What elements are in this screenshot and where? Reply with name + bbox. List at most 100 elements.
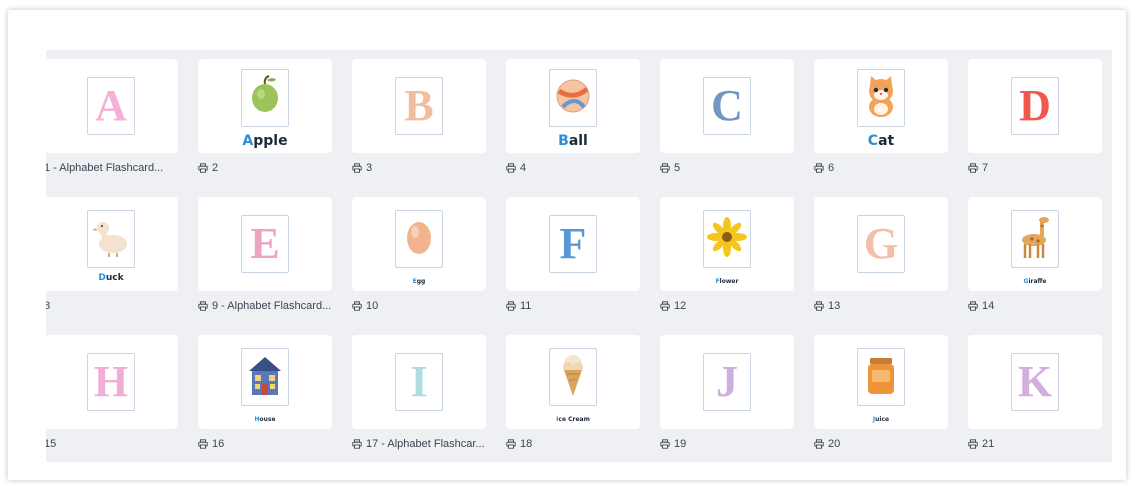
page-thumbnail[interactable]: Giraffe — [968, 197, 1102, 291]
print-icon — [968, 301, 978, 311]
duck-icon — [91, 216, 131, 263]
page-caption-text: 14 — [982, 300, 995, 312]
page-caption[interactable]: 9 - Alphabet Flashcard... — [198, 299, 332, 313]
page-tile[interactable]: I 17 - Alphabet Flashcar... — [352, 335, 486, 451]
page-caption[interactable]: 3 — [352, 161, 486, 175]
page-tile[interactable]: House 16 — [198, 335, 332, 451]
page-caption[interactable]: 20 — [814, 437, 948, 451]
page-thumbnail[interactable]: B — [352, 59, 486, 153]
flashcard-word: Flower — [660, 278, 794, 285]
page-caption-text: 4 — [520, 162, 527, 174]
page-thumbnail[interactable]: C — [660, 59, 794, 153]
flashcard-letter-frame: C — [703, 77, 751, 135]
page-tile[interactable]: A 1 - Alphabet Flashcard... — [46, 59, 178, 175]
page-caption-text: 17 - Alphabet Flashcar... — [366, 438, 485, 450]
flashcard-picture-frame — [857, 348, 905, 407]
flashcard-letter: H — [93, 357, 129, 406]
page-thumbnail[interactable]: G — [814, 197, 948, 291]
page-caption[interactable]: 15 — [46, 437, 178, 451]
page-tile[interactable]: B3 — [352, 59, 486, 175]
page-caption[interactable]: 21 — [968, 437, 1102, 451]
page-tile[interactable]: H 15 — [46, 335, 178, 451]
page-thumbnail[interactable]: D — [968, 59, 1102, 153]
flashcard-word: Ice Cream — [506, 416, 640, 423]
page-caption-text: 10 — [366, 300, 379, 312]
page-thumbnail[interactable]: House — [198, 335, 332, 429]
page-tile[interactable]: Juice 20 — [814, 335, 948, 451]
page-caption[interactable]: 4 — [506, 161, 640, 175]
page-thumbnail[interactable]: H — [46, 335, 178, 429]
page-tile[interactable]: Ice Cream 18 — [506, 335, 640, 451]
page-thumbnail[interactable]: A — [46, 59, 178, 153]
flashcard-letter-frame: I — [395, 353, 443, 411]
print-icon — [198, 301, 208, 311]
page-tile[interactable]: K 21 — [968, 335, 1102, 451]
flashcard-word-rest: at — [878, 133, 895, 149]
page-tile[interactable]: Flower 12 — [660, 197, 794, 313]
page-tile[interactable]: Egg 10 — [352, 197, 486, 313]
page-caption[interactable]: 14 — [968, 299, 1102, 313]
juice-icon-graphic — [868, 357, 894, 394]
page-thumbnail[interactable]: Egg — [352, 197, 486, 291]
flashcard-letter: E — [250, 219, 280, 268]
page-caption[interactable]: 6 — [814, 161, 948, 175]
page-tile[interactable]: D7 — [968, 59, 1102, 175]
page-thumbnail[interactable]: I — [352, 335, 486, 429]
flashcard-word-initial: B — [558, 133, 569, 149]
page-thumbnail[interactable]: Duck — [46, 197, 178, 291]
page-tile[interactable]: F 11 — [506, 197, 640, 313]
ice-cream-icon — [558, 352, 588, 403]
page-caption[interactable]: 1 - Alphabet Flashcard... — [46, 161, 178, 175]
flashcard-letter-frame: G — [857, 215, 905, 273]
ball-icon — [554, 77, 592, 120]
page-thumbnail[interactable]: Flower — [660, 197, 794, 291]
print-icon — [352, 301, 362, 311]
page-tile[interactable]: G 13 — [814, 197, 948, 313]
page-thumbnail[interactable]: Ball — [506, 59, 640, 153]
cat-icon — [861, 74, 901, 123]
print-icon — [814, 439, 824, 449]
page-caption[interactable]: 12 — [660, 299, 794, 313]
page-caption[interactable]: 5 — [660, 161, 794, 175]
page-tile[interactable]: E 9 - Alphabet Flashcard... — [198, 197, 332, 313]
page-caption-text: 1 - Alphabet Flashcard... — [46, 162, 164, 174]
page-thumbnail[interactable]: Juice — [814, 335, 948, 429]
page-caption[interactable]: 18 — [506, 437, 640, 451]
page-thumbnail[interactable]: Cat — [814, 59, 948, 153]
page-thumbnail[interactable]: F — [506, 197, 640, 291]
page-caption[interactable]: 2 — [198, 161, 332, 175]
print-icon — [198, 163, 208, 173]
page-thumbnail[interactable]: Apple — [198, 59, 332, 153]
page-caption[interactable]: 8 — [46, 299, 178, 313]
page-thumbnail[interactable]: K — [968, 335, 1102, 429]
page-caption[interactable]: 19 — [660, 437, 794, 451]
print-icon — [968, 163, 978, 173]
page-caption[interactable]: 17 - Alphabet Flashcar... — [352, 437, 486, 451]
flashcard-word-rest: uice — [875, 416, 890, 423]
page-caption[interactable]: 7 — [968, 161, 1102, 175]
page-tile[interactable]: C5 — [660, 59, 794, 175]
print-icon — [660, 301, 670, 311]
page-caption[interactable]: 10 — [352, 299, 486, 313]
page-tile[interactable]: Duck 8 — [46, 197, 178, 313]
page-tile[interactable]: Cat 6 — [814, 59, 948, 175]
page-thumbnail[interactable]: J — [660, 335, 794, 429]
page-tile[interactable]: Ball 4 — [506, 59, 640, 175]
page-thumbnail[interactable]: E — [198, 197, 332, 291]
page-caption-text: 7 — [982, 162, 989, 174]
page-tile[interactable]: Giraffe 14 — [968, 197, 1102, 313]
page-caption-text: 9 - Alphabet Flashcard... — [212, 300, 332, 312]
page-tile[interactable]: J 19 — [660, 335, 794, 451]
page-caption-text: 13 — [828, 300, 841, 312]
page-thumbnail[interactable]: Ice Cream — [506, 335, 640, 429]
page-caption[interactable]: 13 — [814, 299, 948, 313]
page-caption-text: 12 — [674, 300, 687, 312]
page-caption[interactable]: 16 — [198, 437, 332, 451]
giraffe-icon — [1018, 214, 1052, 265]
print-icon — [506, 301, 516, 311]
page-tile[interactable]: Apple 2 — [198, 59, 332, 175]
flashcard-letter-frame: A — [87, 77, 135, 135]
page-caption-text: 8 — [46, 300, 50, 312]
egg-icon-graphic — [407, 221, 431, 254]
page-caption[interactable]: 11 — [506, 299, 640, 313]
